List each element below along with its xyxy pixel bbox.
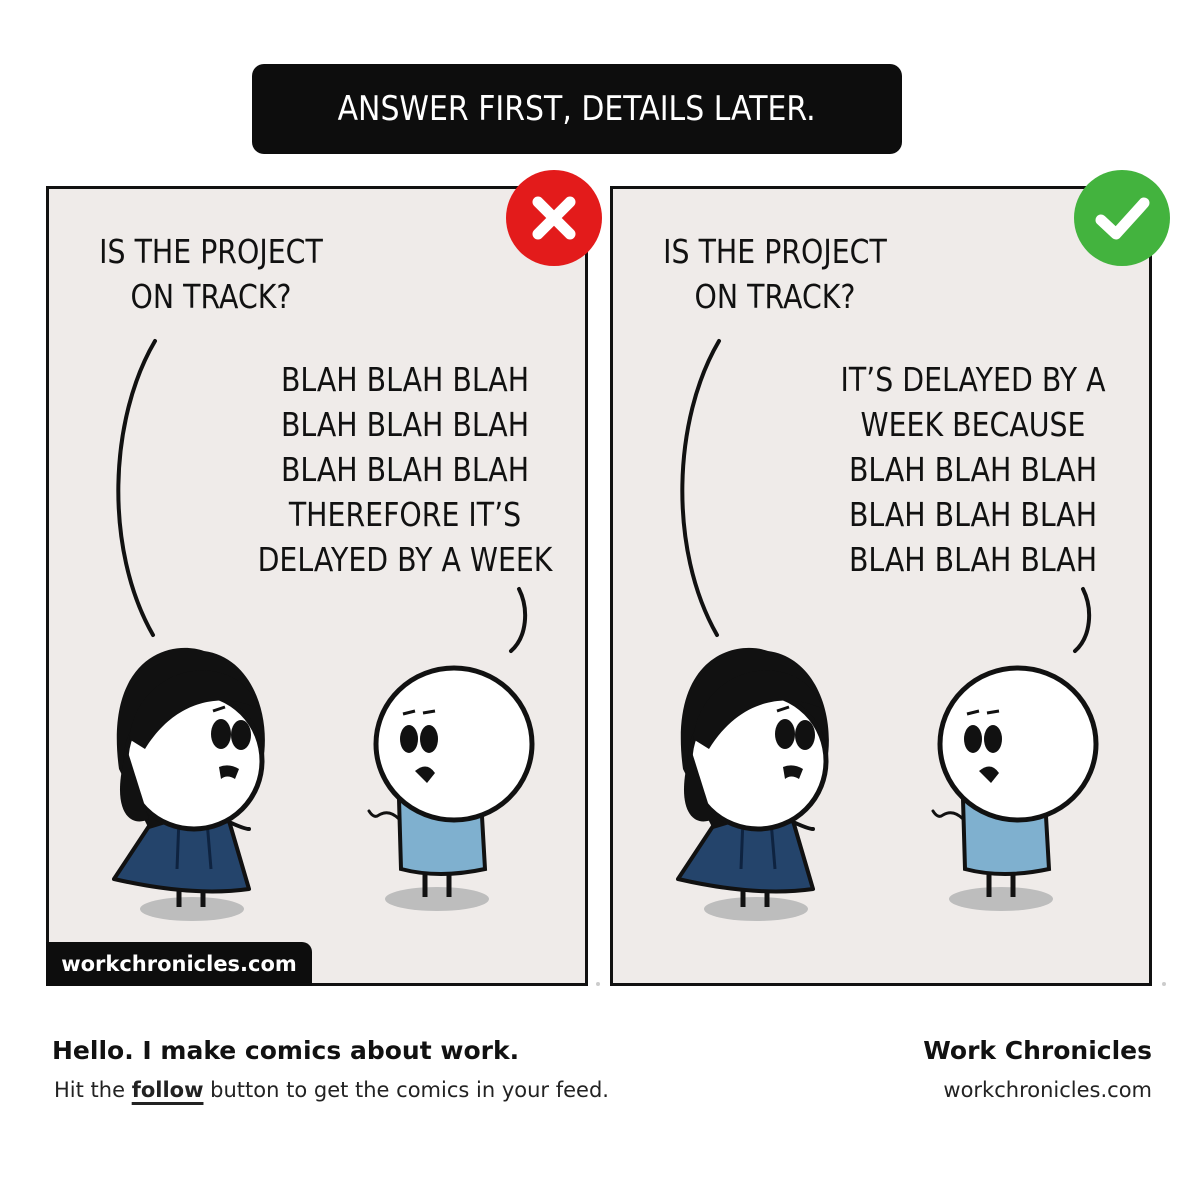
x-mark-glyph: [532, 196, 576, 240]
panel-right-way: IS THE PROJECT ON TRACK? IT’S DELAYED BY…: [610, 186, 1152, 986]
footer-sub-prefix: Hit the: [54, 1078, 132, 1102]
brand-name: Work Chronicles: [923, 1036, 1152, 1065]
question-bubble: IS THE PROJECT ON TRACK?: [99, 232, 323, 316]
divider-dot: [1162, 982, 1166, 986]
check-mark-icon: [1074, 170, 1170, 266]
panel-wrong-way: IS THE PROJECT ON TRACK? BLAH BLAH BLAH …: [46, 186, 588, 986]
question-bubble: IS THE PROJECT ON TRACK?: [663, 232, 887, 316]
divider-dot: [596, 982, 600, 986]
watermark: workchronicles.com: [46, 942, 312, 986]
check-mark-glyph: [1095, 197, 1150, 240]
follow-link[interactable]: follow: [132, 1078, 204, 1102]
watermark-text: workchronicles.com: [61, 952, 297, 976]
footer-sub-suffix: button to get the comics in your feed.: [203, 1078, 609, 1102]
footer-subline: Hit the follow button to get the comics …: [54, 1078, 609, 1102]
x-mark-icon: [506, 170, 602, 266]
answer-bubble: IT’S DELAYED BY A WEEK BECAUSE BLAH BLAH…: [840, 360, 1106, 579]
answer-bubble: BLAH BLAH BLAH BLAH BLAH BLAH BLAH BLAH …: [257, 360, 553, 579]
title-banner: ANSWER FIRST, DETAILS LATER.: [252, 64, 902, 154]
comic-title: ANSWER FIRST, DETAILS LATER.: [337, 89, 817, 129]
footer-headline: Hello. I make comics about work.: [52, 1036, 520, 1065]
brand-url[interactable]: workchronicles.com: [943, 1078, 1152, 1102]
